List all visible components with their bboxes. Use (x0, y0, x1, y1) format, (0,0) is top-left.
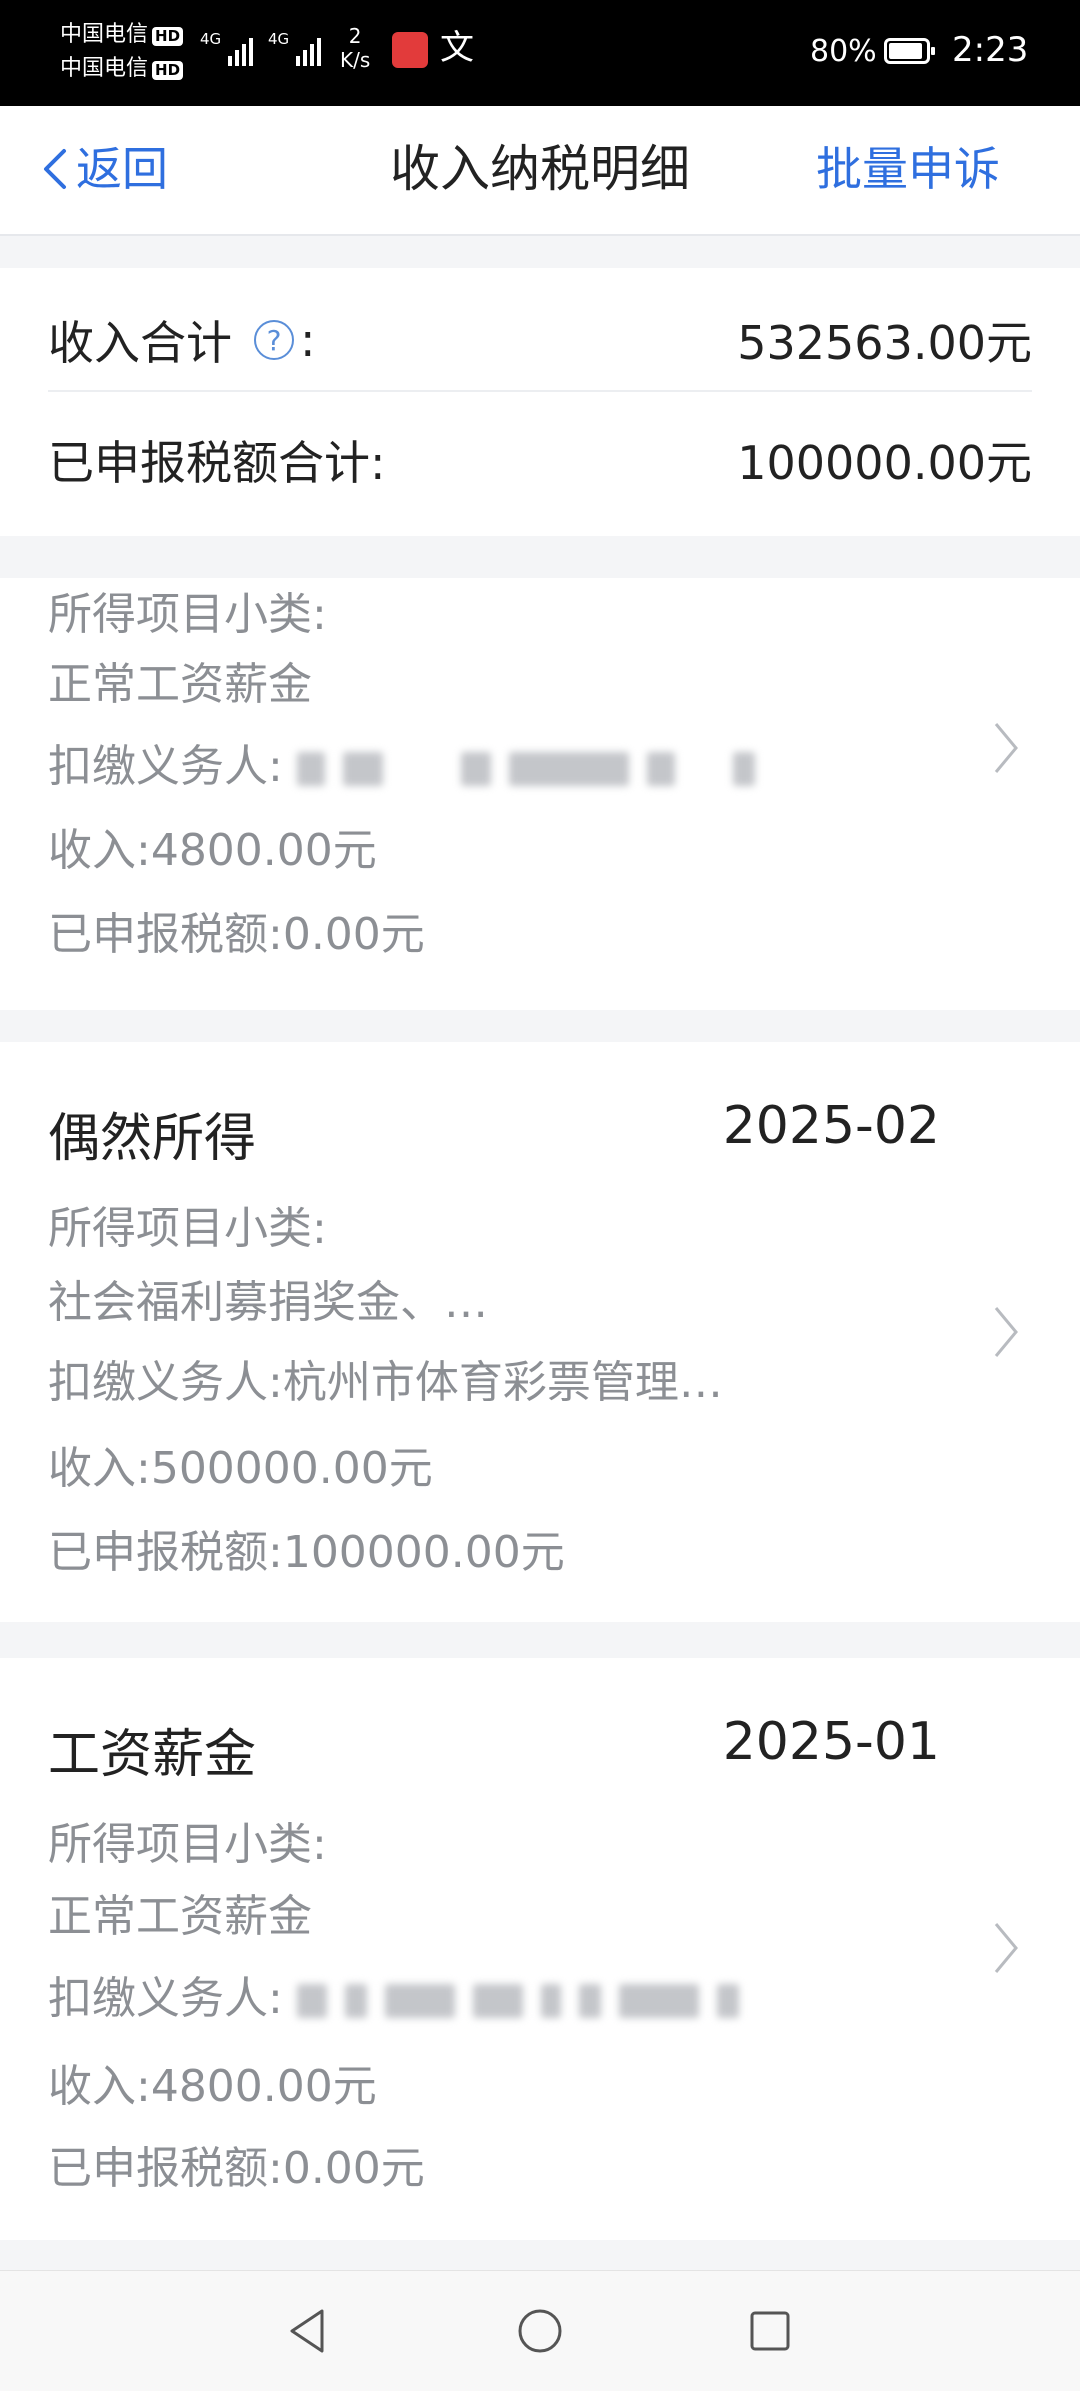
record-category: 工资薪金 (48, 1725, 257, 1785)
tax-line: 已申报税额:0.00元 (48, 2143, 425, 2194)
subcategory-label: 所得项目小类: (48, 1203, 327, 1254)
withholder-value: 杭州市体育彩票管理… (282, 1357, 723, 1408)
record-period: 2025-01 (722, 1712, 940, 1772)
income-total-label: 收入合计 (48, 316, 232, 370)
signal-icon (296, 34, 321, 66)
battery-percentage: 80% (810, 34, 877, 69)
header-bar: 返回 收入纳税明细 批量申诉 (0, 106, 1080, 236)
network-type-2: 4G (268, 30, 290, 48)
chevron-right-icon (994, 723, 1018, 773)
subcategory-value: 正常工资薪金 (48, 1891, 312, 1942)
income-line: 收入:4800.00元 (48, 2061, 377, 2112)
carrier-1: 中国电信 HD (60, 22, 184, 48)
tax-total-label: 已申报税额合计: (48, 436, 386, 490)
battery-icon (884, 38, 935, 64)
nav-home-icon[interactable] (508, 2299, 572, 2363)
signal-icon (228, 34, 253, 66)
app-notification-icon (392, 32, 428, 68)
batch-appeal-button[interactable]: 批量申诉 (816, 136, 1000, 202)
record-card[interactable]: 工资薪金 2025-01 所得项目小类: 正常工资薪金 扣缴义务人: 收入:48… (0, 1658, 1080, 2240)
status-bar: 中国电信 HD 中国电信 HD 4G 4G 2 K/s 文 80% 2:23 (0, 0, 1080, 106)
tax-line: 已申报税额:100000.00元 (48, 1527, 565, 1578)
record-card[interactable]: 所得项目小类: 正常工资薪金 扣缴义务人: 收入:4800.00元 已申报税额:… (0, 578, 1080, 1010)
record-card[interactable]: 偶然所得 2025-02 所得项目小类: 社会福利募捐奖金、… 扣缴义务人:杭州… (0, 1042, 1080, 1622)
income-line: 收入:4800.00元 (48, 825, 377, 876)
help-icon[interactable]: ? (254, 320, 294, 360)
nav-back-icon[interactable] (276, 2299, 340, 2363)
chevron-right-icon (994, 1307, 1018, 1357)
tax-total-value: 100000.00元 (737, 436, 1032, 490)
subcategory-value: 正常工资薪金 (48, 659, 312, 710)
income-line: 收入:500000.00元 (48, 1443, 433, 1494)
nav-recents-icon[interactable] (738, 2299, 802, 2363)
subcategory-label: 所得项目小类: (48, 589, 327, 640)
network-type-1: 4G (200, 30, 222, 48)
record-category: 偶然所得 (48, 1109, 257, 1169)
income-total-row: 收入合计 ? : 532563.00元 (48, 290, 1032, 392)
system-nav-bar (0, 2270, 1080, 2391)
clock: 2:23 (952, 30, 1029, 70)
income-total-value: 532563.00元 (737, 316, 1032, 370)
network-speed: 2 K/s (340, 24, 371, 72)
text-notification-icon: 文 (440, 28, 474, 68)
withholder-line: 扣缴义务人:杭州市体育彩票管理… (48, 1357, 723, 1408)
withholder-line: 扣缴义务人: (48, 730, 773, 794)
carrier-2: 中国电信 HD (60, 56, 184, 82)
withholder-line: 扣缴义务人: (48, 1962, 757, 2026)
chevron-right-icon (994, 1923, 1018, 1973)
tax-line: 已申报税额:0.00元 (48, 909, 425, 960)
subcategory-label: 所得项目小类: (48, 1819, 327, 1870)
record-period: 2025-02 (722, 1096, 940, 1156)
subcategory-value: 社会福利募捐奖金、… (48, 1277, 488, 1328)
tax-total-row: 已申报税额合计: 100000.00元 (48, 410, 1032, 510)
